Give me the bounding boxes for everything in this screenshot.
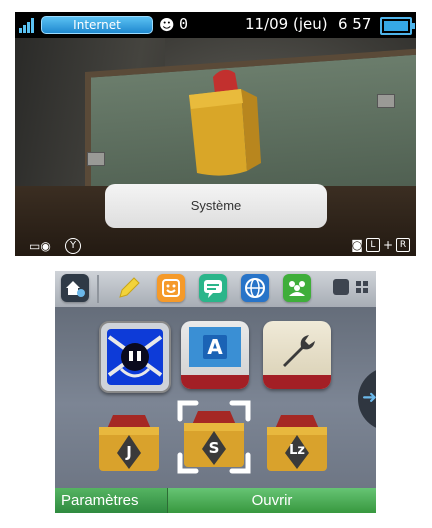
open-button[interactable]: Ouvrir [167, 488, 376, 513]
notes-button[interactable] [115, 274, 143, 302]
grid-view-icon[interactable] [354, 279, 370, 295]
bottom-screen: A J S Lz ➜ Paramètres Ouvrir [55, 271, 376, 513]
screenshot-shortcut-hint: ◙ L + R [351, 238, 410, 252]
swordsman-app-icon [107, 329, 163, 385]
notifications-button[interactable] [199, 274, 227, 302]
app-tile-letter-a[interactable]: A [181, 321, 249, 389]
browser-button[interactable] [241, 274, 269, 302]
connection-badge: Internet [41, 16, 153, 34]
home-settings-icon [66, 281, 85, 297]
miiverse-button[interactable] [283, 274, 311, 302]
app-tile-base [263, 375, 331, 389]
arrow-right-icon: ➜ [362, 387, 376, 408]
camera-icon: ◙ [351, 238, 363, 252]
top-screen-footer: ▭◉ Y ◙ L + R [15, 236, 416, 256]
top-screen: Internet ☻ 0 11/09 (jeu) 6 57 Système ▭◉… [15, 12, 416, 256]
app-tile-swordsman[interactable] [99, 321, 171, 393]
board-bracket [377, 94, 395, 108]
app-tile-base [181, 375, 249, 389]
chat-bubble-icon [204, 280, 222, 298]
r-key-hint: R [396, 238, 410, 252]
friend-count: 0 [179, 15, 189, 33]
pencil-icon [119, 277, 140, 298]
folder-j-icon [99, 415, 159, 471]
board-bracket [87, 152, 105, 166]
selected-app-label: Paramètres [55, 488, 167, 513]
app-name-tooltip: Système [105, 184, 327, 228]
time-display: 6 57 [338, 15, 372, 33]
single-view-icon[interactable] [333, 279, 349, 295]
bottom-footer: Paramètres Ouvrir [55, 488, 376, 513]
app-letter-label: A [207, 335, 223, 359]
friend-notification-icon: ☻ [159, 16, 175, 34]
app-tile-settings[interactable] [263, 321, 331, 389]
folder-letter-label: J [126, 443, 132, 461]
smiley-icon [162, 279, 180, 297]
y-button-hint: Y [65, 238, 81, 254]
status-bar: Internet ☻ 0 11/09 (jeu) 6 57 [15, 12, 416, 38]
folder-3d-icon [189, 69, 261, 176]
scroll-right-button[interactable]: ➜ [358, 367, 376, 431]
wifi-signal-icon [19, 18, 34, 33]
friend-list-button[interactable] [157, 274, 185, 302]
home-toolbar [55, 271, 376, 307]
date-display: 11/09 (jeu) [245, 15, 328, 33]
friends-icon [289, 281, 305, 296]
folder-lz-icon [267, 415, 327, 471]
globe-icon [245, 278, 265, 298]
toolbar-divider [97, 275, 99, 303]
camera-album-icon: ▭◉ [29, 239, 51, 253]
selection-cursor [177, 400, 251, 474]
folder-tile-j[interactable]: J [95, 407, 163, 475]
folder-tile-lz[interactable]: Lz [263, 407, 331, 475]
battery-icon [380, 17, 415, 35]
l-key-hint: L [365, 238, 380, 252]
folder-letter-label: Lz [289, 443, 305, 458]
home-settings-button[interactable] [61, 274, 89, 302]
plus-sign: + [382, 238, 393, 252]
